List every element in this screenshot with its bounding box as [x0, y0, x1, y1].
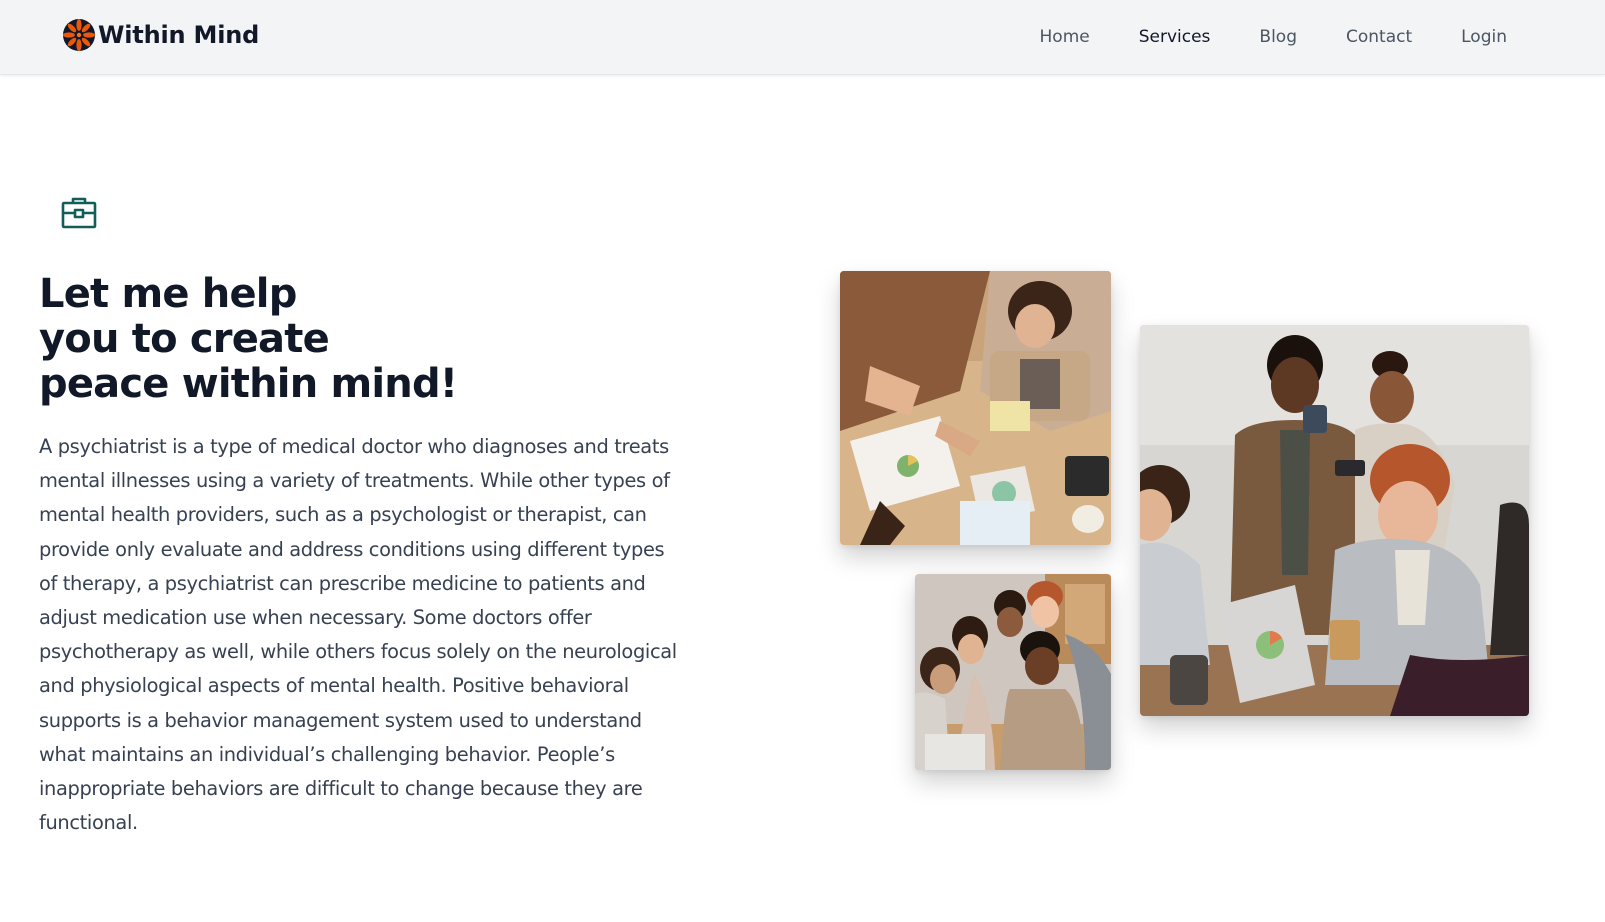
nav-contact-link[interactable]: Contact [1346, 27, 1412, 47]
nav-blog-link[interactable]: Blog [1259, 27, 1297, 47]
nav-services-link[interactable]: Services [1139, 27, 1211, 47]
headline-line-2: you to create [39, 316, 330, 362]
flower-logo-icon [63, 19, 95, 51]
brand-home-link[interactable]: Within Mind [62, 18, 259, 52]
brand-name: Within Mind [98, 21, 260, 49]
team-meeting-overhead-photo [840, 271, 1111, 545]
office-coffee-discussion-photo [1140, 325, 1529, 716]
headline-line-1: Let me help [39, 271, 297, 317]
top-navbar: Within Mind Home Services Blog Contact L… [0, 0, 1605, 75]
briefcase-icon [61, 197, 97, 229]
headline-line-3: peace within mind! [39, 361, 458, 407]
hero-description: A psychiatrist is a type of medical doct… [39, 435, 677, 835]
main-nav: Home Services Blog Contact Login [991, 0, 1507, 73]
team-laptop-group-photo [915, 574, 1111, 770]
nav-login-link[interactable]: Login [1461, 27, 1507, 47]
nav-home-link[interactable]: Home [1040, 27, 1090, 47]
hero-headline: Let me help you to create peace within m… [39, 272, 659, 407]
